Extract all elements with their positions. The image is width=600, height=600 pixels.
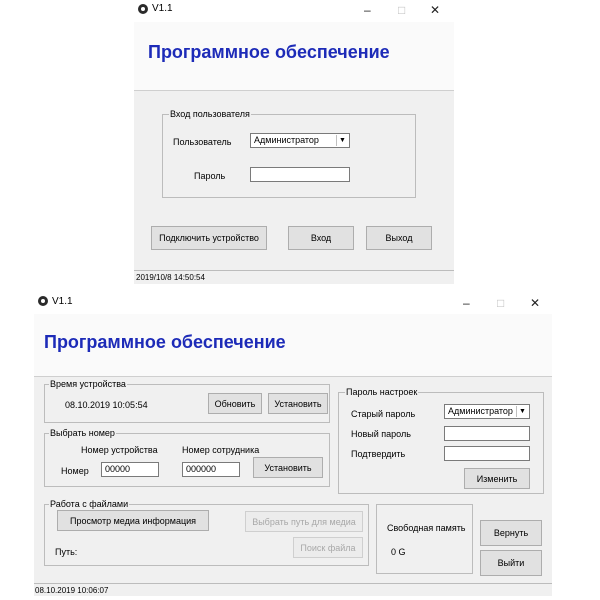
new-password-label: Новый пароль [351,429,411,439]
device-time-value: 08.10.2019 10:05:54 [65,400,148,410]
login-titlebar: V1.1 – □ ✕ [134,0,454,22]
password-field[interactable] [250,167,350,182]
login-status-text: 2019/10/8 14:50:54 [136,273,205,282]
device-time-legend: Время устройства [49,379,127,389]
password-label: Пароль [194,171,226,181]
login-window: V1.1 – □ ✕ Программное обеспечение Вход … [134,0,454,284]
find-file-button[interactable]: Поиск файла [293,537,363,558]
app-icon [38,296,48,306]
confirm-password-label: Подтвердить [351,449,406,459]
close-icon[interactable]: ✕ [530,297,540,309]
minimize-icon[interactable]: – [463,297,470,309]
number-label: Номер [61,466,89,476]
login-group: Вход пользователя Пользователь Администр… [162,109,416,198]
login-banner: Программное обеспечение [134,22,454,91]
password-user-value: Администратор [448,406,513,416]
files-group: Работа с файлами Просмотр медиа информац… [44,499,369,566]
select-number-group: Выбрать номер Номер устройства Номер сот… [44,428,330,487]
maximize-icon: □ [398,3,406,17]
free-memory-label: Свободная память [387,523,466,533]
employee-number-label: Номер сотрудника [182,445,260,455]
login-window-title: V1.1 [152,3,173,14]
status-divider [134,270,454,271]
settings-password-group: Пароль настроек Старый пароль Новый паро… [338,387,544,494]
login-group-legend: Вход пользователя [169,109,251,119]
refresh-time-button[interactable]: Обновить [208,393,262,414]
free-memory-value: 0 G [391,547,406,557]
path-label: Путь: [55,547,78,557]
login-heading: Программное обеспечение [148,42,390,62]
set-number-button[interactable]: Установить [253,457,323,478]
device-time-group: Время устройства 08.10.2019 10:05:54 Обн… [44,379,330,423]
main-heading: Программное обеспечение [44,332,286,352]
user-select-value: Администратор [254,135,319,145]
password-user-select[interactable]: Администратор ▼ [444,404,530,419]
exit-main-button[interactable]: Выйти [480,550,542,576]
memory-box: Свободная память 0 G [376,504,473,574]
settings-password-legend: Пароль настроек [345,387,419,397]
confirm-password-field[interactable] [444,446,530,461]
user-label: Пользователь [173,137,232,147]
change-password-button[interactable]: Изменить [464,468,530,489]
minimize-icon[interactable]: – [364,4,371,16]
user-select[interactable]: Администратор ▼ [250,133,350,148]
return-button[interactable]: Вернуть [480,520,542,546]
files-legend: Работа с файлами [49,499,130,509]
view-media-button[interactable]: Просмотр медиа информация [57,510,209,531]
close-icon[interactable]: ✕ [430,4,440,16]
device-number-field[interactable]: 00000 [101,462,159,477]
employee-number-field[interactable]: 000000 [182,462,240,477]
device-number-label: Номер устройства [81,445,158,455]
main-window-title: V1.1 [52,296,73,307]
chevron-down-icon[interactable]: ▼ [336,135,348,146]
select-number-legend: Выбрать номер [49,428,116,438]
app-icon [138,4,148,14]
connect-device-button[interactable]: Подключить устройство [151,226,267,250]
login-button[interactable]: Вход [288,226,354,250]
maximize-icon: □ [497,296,505,310]
status-divider [34,583,552,584]
main-status-text: 08.10.2019 10:06:07 [35,586,109,595]
main-titlebar: V1.1 – □ ✕ [34,292,552,314]
old-password-label: Старый пароль [351,409,416,419]
main-window: V1.1 – □ ✕ Программное обеспечение Время… [34,292,552,596]
new-password-field[interactable] [444,426,530,441]
chevron-down-icon[interactable]: ▼ [516,406,528,417]
set-time-button[interactable]: Установить [268,393,328,414]
choose-media-path-button[interactable]: Выбрать путь для медиа [245,511,363,532]
main-banner: Программное обеспечение [34,314,552,377]
exit-button[interactable]: Выход [366,226,432,250]
